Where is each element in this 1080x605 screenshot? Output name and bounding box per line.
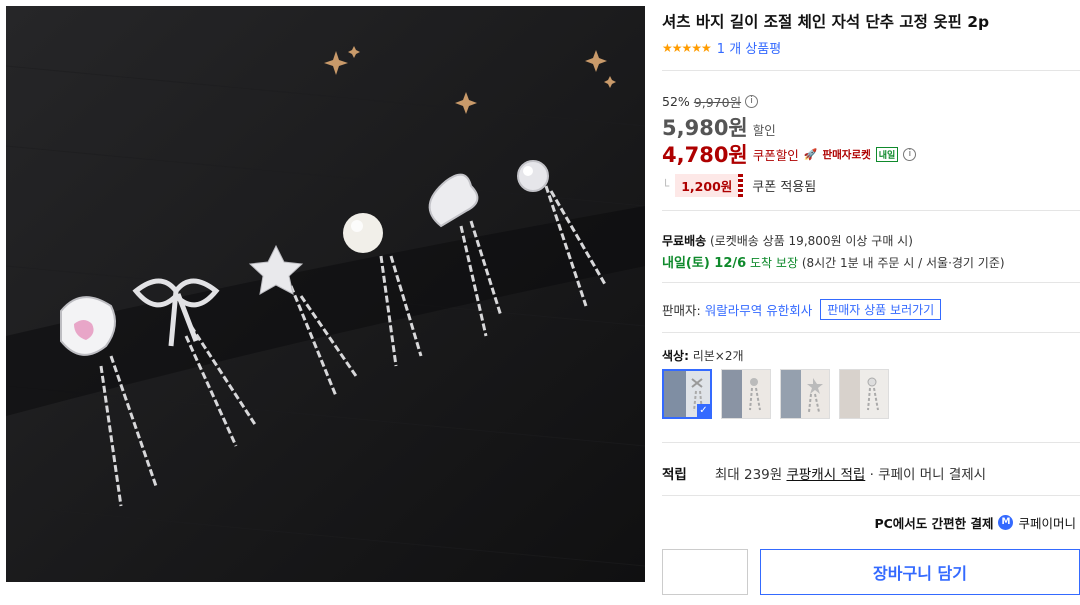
seller-name-link[interactable]: 워랄라무역 유한회사	[705, 300, 812, 319]
color-label: 색상:	[662, 349, 689, 363]
sale-price-row: 5,980원 할인	[662, 112, 776, 142]
swatch-thumbnail	[840, 370, 888, 418]
info-icon[interactable]: i	[903, 147, 917, 161]
divider	[662, 332, 1080, 333]
color-option-row: 색상: 리본×2개	[662, 347, 744, 364]
pc-payment-label: PC에서도 간편한 결제	[874, 516, 994, 531]
points-prefix: 최대 239원	[714, 467, 783, 483]
check-icon: ✓	[697, 404, 710, 417]
pc-payment-row: PC에서도 간편한 결제 M 쿠페이머니	[874, 513, 1076, 532]
color-swatch-ribbon[interactable]: ✓	[662, 369, 712, 419]
star-rating-icon: ★★★★★	[662, 40, 712, 55]
sale-price: 5,980원	[662, 116, 748, 140]
coupon-price: 4,780원	[662, 143, 748, 167]
shipping-row: 무료배송 (로켓배송 상품 19,800원 이상 구매 시)	[662, 232, 913, 249]
divider	[662, 70, 1080, 71]
sale-label: 할인	[752, 123, 776, 138]
coupon-applied-label: 쿠폰 적용됨	[752, 180, 817, 195]
product-info-panel: 셔츠 바지 길이 조절 체인 자석 단추 고정 옷핀 2p ★★★★★ 1 개 …	[662, 0, 1080, 605]
coupon-applied-row: └ 1,200원 쿠폰 적용됨	[662, 174, 816, 197]
color-swatch-4[interactable]	[839, 369, 889, 419]
branch-icon: └	[662, 178, 670, 193]
swatch-thumbnail	[781, 370, 829, 418]
arrival-row: 내일(토) 12/6 도착 보장 (8시간 1분 내 주문 시 / 서울·경기 …	[662, 252, 1005, 271]
quantity-stepper: ▲ ▼	[662, 549, 888, 595]
coupay-name: 쿠페이머니	[1018, 516, 1076, 531]
review-count-link[interactable]: 1 개 상품평	[717, 38, 781, 57]
coupon-price-row: 4,780원 쿠폰할인 🚀 판매자로켓 내일 i	[662, 139, 917, 169]
product-main-image	[6, 6, 645, 582]
seller-products-button[interactable]: 판매자 상품 보러가기	[820, 299, 942, 320]
free-shipping-condition: (로켓배송 상품 19,800원 이상 구매 시)	[710, 234, 913, 248]
rating-row: ★★★★★ 1 개 상품평	[662, 38, 781, 58]
coupay-icon: M	[998, 515, 1014, 530]
arrival-suffix: 도착 보장	[750, 256, 798, 270]
seller-rocket-label: 판매자로켓	[822, 148, 871, 161]
rocket-icon: 🚀	[803, 147, 818, 161]
swatch-thumbnail	[722, 370, 770, 418]
coupang-cash-link[interactable]: 쿠팡캐시 적립	[786, 467, 865, 483]
points-suffix: · 쿠페이 머니 결제시	[869, 467, 987, 483]
discount-row: 52% 9,970원 i	[662, 92, 759, 111]
product-title: 셔츠 바지 길이 조절 체인 자석 단추 고정 옷핀 2p	[662, 13, 990, 31]
arrival-day: 내일(토) 12/6	[662, 256, 747, 271]
arrival-condition: (8시간 1분 내 주문 시 / 서울·경기 기준)	[801, 256, 1005, 270]
divider	[662, 282, 1080, 283]
divider	[662, 442, 1080, 443]
product-photo-illustration	[6, 6, 645, 582]
seller-row: 판매자: 워랄라무역 유한회사 판매자 상품 보러가기	[662, 299, 942, 320]
color-swatches: ✓	[662, 369, 889, 419]
divider	[662, 210, 1080, 211]
tomorrow-badge: 내일	[875, 146, 899, 162]
color-swatch-3[interactable]	[780, 369, 830, 419]
points-detail: 최대 239원 쿠팡캐시 적립 · 쿠페이 머니 결제시	[715, 463, 986, 483]
seller-label: 판매자:	[662, 303, 701, 318]
original-price: 9,970원	[693, 95, 742, 110]
info-icon[interactable]: i	[745, 95, 759, 108]
coupon-label: 쿠폰할인	[752, 147, 799, 163]
color-swatch-2[interactable]	[721, 369, 771, 419]
points-row: 적립 최대 239원 쿠팡캐시 적립 · 쿠페이 머니 결제시	[662, 463, 986, 483]
discount-rate: 52%	[662, 94, 690, 109]
points-label: 적립	[662, 467, 687, 483]
divider	[662, 495, 1080, 496]
free-shipping-label: 무료배송	[662, 234, 707, 248]
coupon-amount-chip: 1,200원	[675, 174, 744, 197]
color-selected-value: 리본×2개	[692, 349, 744, 363]
add-to-cart-button[interactable]: 장바구니 담기	[760, 549, 1080, 595]
